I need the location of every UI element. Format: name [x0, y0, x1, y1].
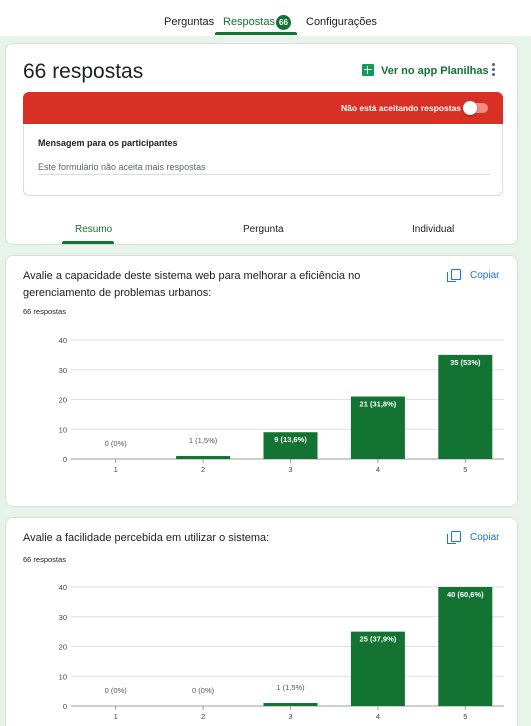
bar — [263, 703, 318, 706]
question-summary-card-1: Avalie a capacidade deste sistema web pa… — [5, 255, 518, 507]
data-label: 0 (0%) — [105, 686, 128, 695]
y-tick-label: 10 — [59, 672, 67, 681]
copy-chart-button[interactable]: Copiar — [470, 270, 499, 281]
data-label: 40 (60,6%) — [447, 590, 484, 599]
question-title: Avalie a capacidade deste sistema web pa… — [23, 270, 361, 299]
question-title: Avalie a facilidade percebida em utiliza… — [23, 532, 270, 544]
y-tick-label: 30 — [59, 366, 67, 375]
x-tick-label: 2 — [201, 712, 205, 721]
x-tick-label: 5 — [463, 465, 467, 474]
copy-icon[interactable] — [447, 269, 461, 282]
x-tick-label: 4 — [376, 712, 380, 721]
bar — [438, 587, 493, 706]
top-nav: Perguntas Respostas 66 Configurações — [0, 0, 531, 36]
y-tick-label: 20 — [59, 643, 67, 652]
responses-header-card: 66 respostas Ver no app Planilhas Não es… — [5, 43, 518, 245]
page-title: 66 respostas — [23, 60, 144, 83]
bar — [438, 354, 493, 459]
bar — [176, 456, 231, 459]
active-subtab-indicator — [62, 241, 114, 244]
x-tick-label: 3 — [288, 465, 292, 474]
bar-chart: 0 10 20 30 40 0 (0%) 1 0 (0%) 2 1 (1,5%) 3 25 (37,9… — [59, 583, 504, 721]
data-label: 25 (37,9%) — [360, 635, 397, 644]
subtab-pergunta[interactable]: Pergunta — [243, 224, 284, 235]
participant-message-box: Mensagem para os participantes — [23, 124, 503, 196]
participant-message-label: Mensagem para os participantes — [38, 138, 178, 148]
tab-perguntas[interactable]: Perguntas — [164, 16, 214, 28]
bar-chart: 0 10 20 30 40 0 (0%) 1 1 (1,5%) 2 9 (13,6%) 3 21 (3… — [59, 336, 504, 474]
data-label: 35 (53%) — [450, 358, 481, 367]
toggle-knob — [463, 101, 477, 115]
copy-chart-button[interactable]: Copiar — [470, 532, 499, 543]
y-tick-label: 0 — [63, 702, 67, 711]
data-label: 9 (13,6%) — [274, 435, 307, 444]
copy-icon[interactable] — [447, 531, 461, 544]
x-tick-label: 4 — [376, 465, 380, 474]
subtab-resumo[interactable]: Resumo — [75, 224, 112, 235]
not-accepting-label: Não está aceitando respostas — [341, 103, 461, 113]
responses-count-badge: 66 — [276, 15, 291, 30]
question-summary-card-2: Avalie a facilidade percebida em utiliza… — [5, 517, 518, 726]
data-label: 21 (31,8%) — [360, 400, 397, 409]
subtab-individual[interactable]: Individual — [412, 224, 454, 235]
tab-configuracoes[interactable]: Configurações — [306, 16, 377, 28]
x-tick-label: 1 — [114, 712, 118, 721]
data-label: 1 (1,5%) — [276, 683, 305, 692]
sheets-icon[interactable] — [362, 64, 374, 76]
x-tick-label: 3 — [288, 712, 292, 721]
x-tick-label: 5 — [463, 712, 467, 721]
accepting-responses-toggle[interactable] — [463, 101, 488, 115]
active-tab-indicator — [215, 32, 297, 35]
data-label: 1 (1,5%) — [189, 436, 218, 445]
accepting-responses-banner: Não está aceitando respostas — [23, 92, 503, 124]
more-vert-icon[interactable] — [492, 63, 496, 78]
view-in-sheets-link[interactable]: Ver no app Planilhas — [381, 65, 489, 77]
y-tick-label: 40 — [59, 583, 67, 592]
response-count: 66 respostas — [23, 555, 66, 564]
x-tick-label: 1 — [114, 465, 118, 474]
data-label: 0 (0%) — [105, 439, 128, 448]
y-tick-label: 10 — [59, 425, 67, 434]
y-tick-label: 20 — [59, 396, 67, 405]
y-tick-label: 30 — [59, 613, 67, 622]
y-tick-label: 40 — [59, 336, 67, 345]
x-tick-label: 2 — [201, 465, 205, 474]
response-count: 66 respostas — [23, 307, 66, 316]
data-label: 0 (0%) — [192, 686, 215, 695]
y-tick-label: 0 — [63, 455, 67, 464]
tab-respostas[interactable]: Respostas — [223, 16, 275, 28]
participant-message-input[interactable] — [38, 159, 490, 175]
